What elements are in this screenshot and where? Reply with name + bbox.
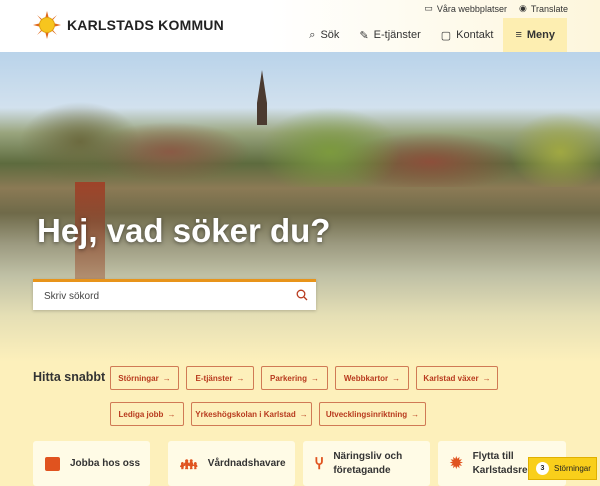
browser-window-icon: ▭ — [424, 3, 433, 13]
hero-photo-trees — [0, 92, 600, 187]
menu-label: Meny — [526, 29, 555, 41]
nav-search-label: Sök — [320, 29, 340, 41]
chat-bubble-icon: ▢ — [440, 29, 452, 42]
arrow-right-icon: → — [411, 409, 420, 419]
our-websites-label: Våra webbplatser — [436, 3, 507, 14]
nav-contact[interactable]: ▢ Kontakt — [431, 18, 504, 52]
arrow-right-icon: → — [392, 373, 401, 383]
quick-link[interactable]: Parkering → — [261, 366, 328, 390]
search-input[interactable] — [33, 282, 273, 310]
card-business[interactable]: Ⴤ Näringsliv och företagande — [303, 441, 430, 486]
logo-text: KARLSTADS KOMMUN — [67, 17, 224, 33]
hero-title: Hej, vad söker du? — [37, 212, 331, 249]
sun-icon: ✹ — [450, 454, 463, 472]
nav-eservices[interactable]: ✎ E-tjänster — [349, 18, 430, 52]
hamburger-icon: ≡ — [515, 29, 522, 41]
arrow-right-icon: → — [482, 373, 491, 383]
search-icon: ⌕ — [309, 28, 316, 41]
globe-icon: ◉ — [518, 3, 527, 13]
search-box — [33, 279, 316, 310]
disruptions-label: Störningar — [554, 464, 591, 473]
quick-link[interactable]: E-tjänster → — [186, 366, 254, 390]
translate-label: Translate — [530, 3, 568, 14]
quick-links-title: Hitta snabbt — [33, 370, 106, 384]
church-spire — [257, 70, 267, 125]
search-submit-icon[interactable] — [296, 289, 308, 301]
translate-link[interactable]: ◉ Translate — [519, 3, 568, 14]
arrow-right-icon: → — [167, 409, 176, 419]
quick-link[interactable]: Utvecklingsinriktning → — [319, 402, 426, 426]
arrow-right-icon: → — [310, 373, 319, 383]
quick-link[interactable]: Lediga jobb → — [110, 402, 184, 426]
our-websites-link[interactable]: ▭ Våra webbplatser — [424, 3, 507, 14]
family-icon: 👪︎ — [180, 455, 198, 472]
arrow-right-icon: → — [236, 373, 245, 383]
briefcase-icon — [45, 456, 60, 471]
disruptions-badge-button[interactable]: 3 Störningar — [528, 457, 597, 480]
hero-section: Hej, vad söker du? — [0, 52, 600, 362]
site-header: KARLSTADS KOMMUN ▭ Våra webbplatser ◉ Tran… — [0, 0, 600, 52]
quick-link[interactable]: Yrkeshögskolan i Karlstad → — [191, 402, 312, 426]
nav-search[interactable]: ⌕ Sök — [299, 18, 349, 52]
edit-icon: ✎ — [359, 29, 369, 42]
arrow-right-icon: → — [299, 409, 308, 419]
branch-icon: Ⴤ — [315, 455, 324, 472]
nav-eservices-label: E-tjänster — [373, 29, 421, 41]
arrow-right-icon: → — [162, 373, 171, 383]
card-guardians[interactable]: 👪︎ Vårdnadshavare — [168, 441, 295, 486]
nav-contact-label: Kontakt — [456, 29, 494, 41]
quick-link[interactable]: Karlstad växer → — [416, 366, 498, 390]
quick-link[interactable]: Störningar → — [110, 366, 179, 390]
menu-button[interactable]: ≡ Meny — [503, 18, 567, 52]
logo-link[interactable]: KARLSTADS KOMMUN — [33, 11, 224, 39]
disruptions-count: 3 — [536, 462, 549, 475]
quick-link[interactable]: Webbkartor → — [335, 366, 409, 390]
sun-logo-icon — [33, 11, 61, 39]
card-jobs[interactable]: Jobba hos oss — [33, 441, 150, 486]
